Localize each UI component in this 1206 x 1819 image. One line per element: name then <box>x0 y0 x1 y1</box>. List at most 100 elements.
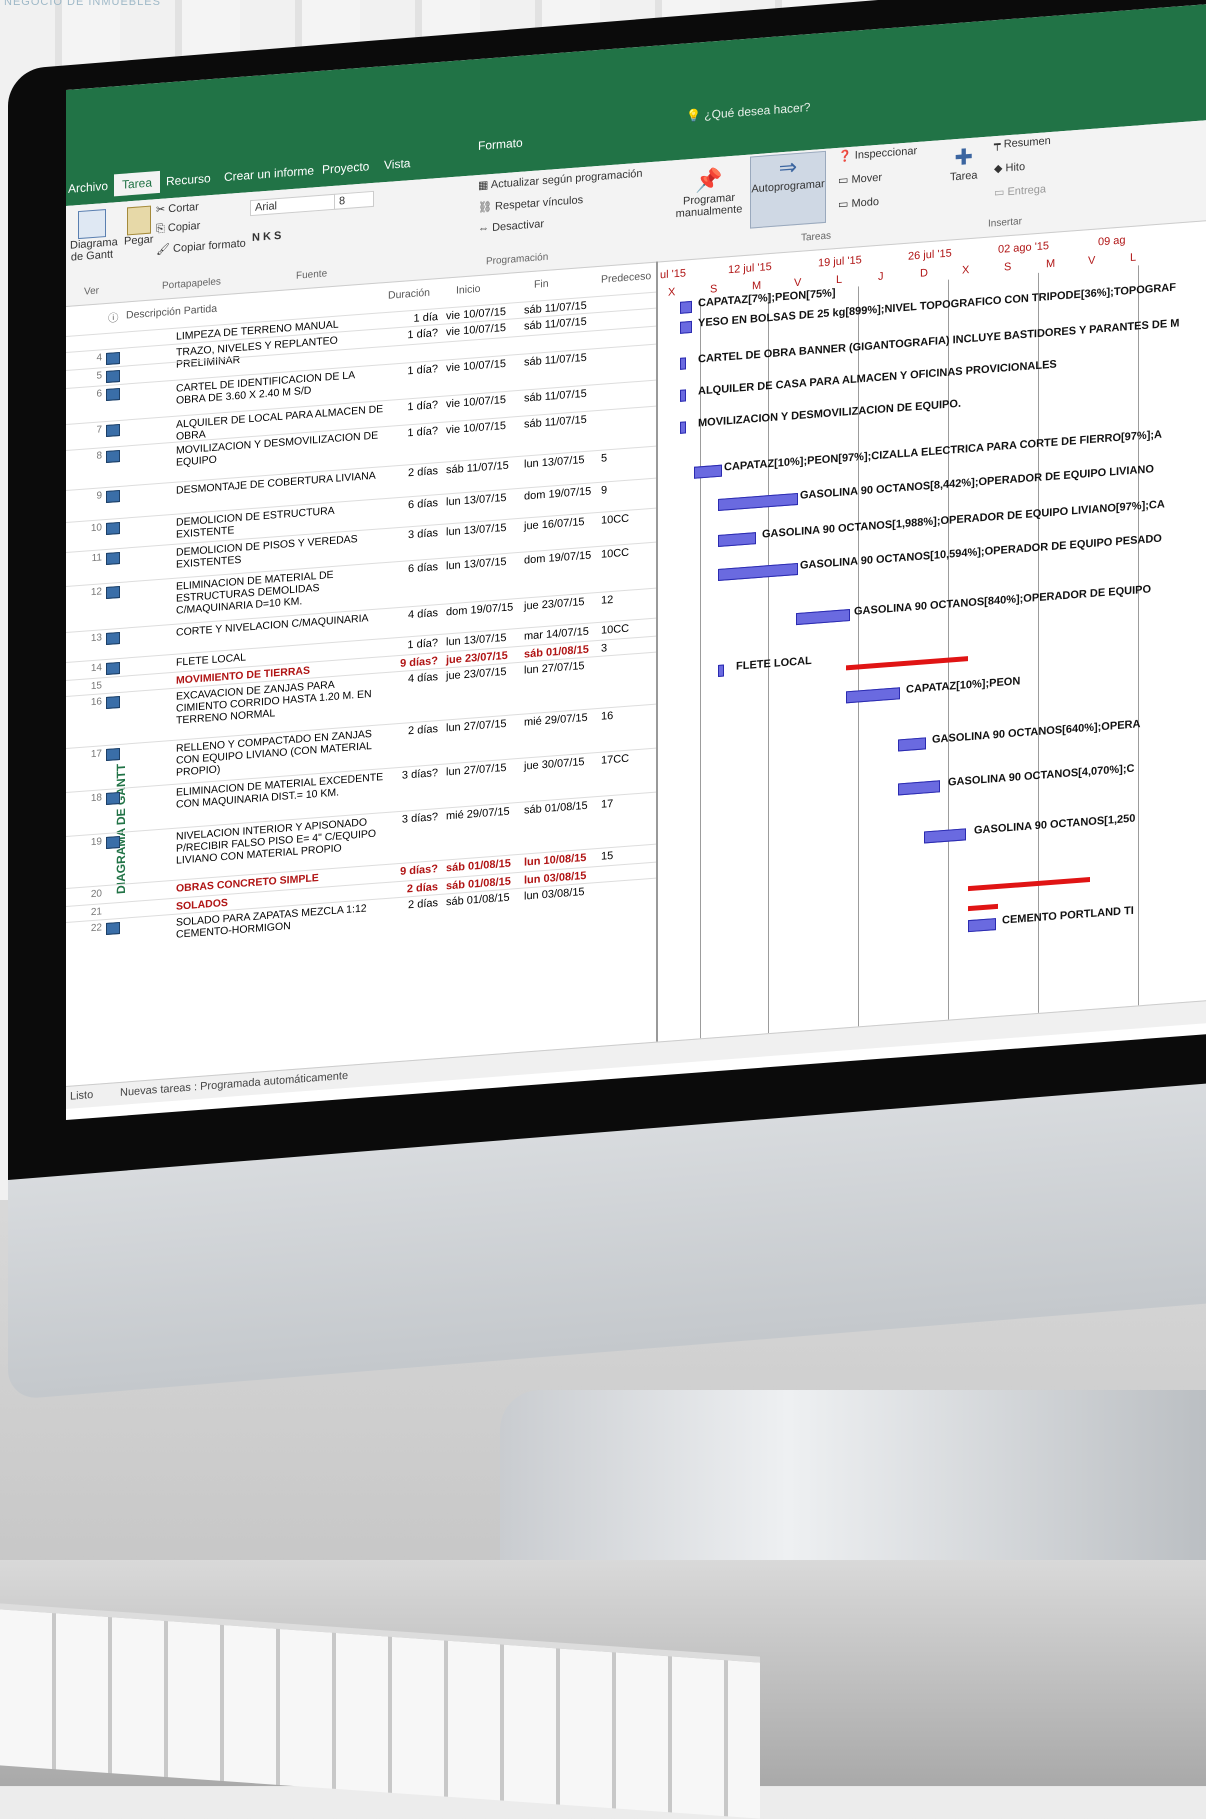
gantt-chart-button[interactable]: Diagrama de Gantt <box>70 208 118 264</box>
task-type-icon <box>106 661 120 675</box>
task-bar[interactable] <box>680 320 692 334</box>
task-end: mié 29/07/15 <box>524 711 588 729</box>
summary-bar[interactable] <box>968 877 1090 892</box>
summary-icon: ┯ <box>994 138 1001 152</box>
project-window: Archivo Tarea Recurso Crear un informe P… <box>66 4 1206 1121</box>
task-duration: 1 día? <box>407 425 438 440</box>
task-bar[interactable] <box>694 464 722 479</box>
autoschedule-button[interactable]: ⇒ Autoprogramar <box>750 150 826 229</box>
tab-crear-informe[interactable]: Crear un informe <box>224 163 314 184</box>
col-header-end[interactable]: Fin <box>534 278 549 291</box>
tab-formato[interactable]: Formato <box>478 136 523 153</box>
task-end: jue 16/07/15 <box>524 516 585 533</box>
task-predecessor <box>601 865 651 869</box>
summary-bar[interactable] <box>968 903 998 912</box>
task-bar[interactable] <box>718 664 724 677</box>
task-bar[interactable] <box>924 828 966 844</box>
copy-label: Copiar <box>167 219 201 235</box>
move-icon: ▭ <box>838 174 849 187</box>
inspect-button[interactable]: ❓ Inspeccionar <box>838 144 917 163</box>
tab-tarea[interactable]: Tarea <box>114 170 161 197</box>
col-header-duration[interactable]: Duración <box>388 287 430 302</box>
task-bar[interactable] <box>846 687 900 704</box>
task-start: lun 13/07/15 <box>446 555 507 573</box>
respect-links-label: Respetar vínculos <box>495 194 584 213</box>
task-bar[interactable] <box>898 737 926 752</box>
resource-label: GASOLINA 90 OCTANOS[1,988%];OPERADOR DE … <box>762 498 1165 541</box>
task-table: ⓘ Descripción Partida Duración Inicio Fi… <box>66 262 656 1086</box>
respect-links-button[interactable]: ⛓ Respetar vínculos <box>478 193 583 214</box>
search-box[interactable]: 💡 ¿Qué desea hacer? <box>686 100 810 123</box>
task-bar[interactable] <box>796 609 850 626</box>
cut-label: Cortar <box>168 201 199 216</box>
task-bar[interactable] <box>680 300 692 314</box>
tab-proyecto[interactable]: Proyecto <box>322 159 369 177</box>
task-start: sáb 01/08/15 <box>446 891 510 909</box>
group-tareas: Tareas <box>801 230 832 244</box>
copy-button[interactable]: ⎘ Copiar <box>156 220 200 236</box>
task-predecessor: 10CC <box>601 512 630 527</box>
deactivate-label: Desactivar <box>492 218 545 234</box>
task-bar[interactable] <box>680 421 686 434</box>
group-portapapeles: Portapapeles <box>162 276 221 292</box>
task-predecessor <box>601 409 651 413</box>
inspect-label: Inspeccionar <box>854 145 918 162</box>
font-name-select[interactable]: Arial <box>250 193 340 217</box>
font-size-select[interactable]: 8 <box>334 190 374 210</box>
resource-label: GASOLINA 90 OCTANOS[1,250 <box>974 812 1136 837</box>
link-icon: ⛓ <box>478 200 492 215</box>
deliverable-button[interactable]: ▭ Entrega <box>994 182 1046 199</box>
timescale-week: 19 jul '15 <box>818 254 862 270</box>
task-type-icon <box>106 521 120 535</box>
col-header-start[interactable]: Inicio <box>456 283 481 297</box>
resource-label: CAPATAZ[10%];PEON <box>906 675 1021 696</box>
col-header-predecessor[interactable]: Predeceso <box>601 270 651 286</box>
tab-vista[interactable]: Vista <box>384 156 410 172</box>
task-end: sáb 11/07/15 <box>524 315 587 333</box>
summary-button[interactable]: ┯ Resumen <box>994 134 1051 151</box>
task-bar[interactable] <box>718 532 756 547</box>
task-start: lun 13/07/15 <box>446 491 507 509</box>
task-duration: 3 días? <box>401 811 438 826</box>
milestone-button[interactable]: ◆ Hito <box>994 160 1025 175</box>
tab-archivo[interactable]: Archivo <box>68 179 108 196</box>
task-duration: 9 días? <box>400 863 438 878</box>
col-header-name[interactable]: Descripción Partida <box>126 303 217 322</box>
paste-button[interactable]: Pegar <box>124 205 153 248</box>
task-bar[interactable] <box>968 918 996 933</box>
resource-label: GASOLINA 90 OCTANOS[8,442%];OPERADOR DE … <box>800 463 1154 502</box>
font-style-buttons[interactable]: N K S <box>252 230 281 244</box>
deactivate-button[interactable]: ⇔ Desactivar <box>478 218 544 235</box>
task-bar[interactable] <box>680 357 686 370</box>
task-predecessor <box>601 347 651 351</box>
group-insertar: Insertar <box>988 216 1022 230</box>
task-bar[interactable] <box>718 562 798 581</box>
insert-task-button[interactable]: ✚ Tarea <box>950 143 978 184</box>
resource-label: GASOLINA 90 OCTANOS[4,070%];C <box>948 762 1135 789</box>
summary-bar[interactable] <box>846 656 968 671</box>
timescale-week: 02 ago '15 <box>998 240 1050 256</box>
row-number <box>88 336 102 337</box>
cut-button[interactable]: ✂ Cortar <box>156 200 199 216</box>
task-predecessor <box>601 881 651 885</box>
task-bar[interactable] <box>898 780 940 796</box>
manual-schedule-button[interactable]: 📌 Programar manualmente <box>674 165 744 221</box>
resource-label: CEMENTO PORTLAND TI <box>1002 904 1134 927</box>
task-end: lun 03/08/15 <box>524 886 585 903</box>
task-type-icon <box>106 695 120 709</box>
task-predecessor: 17CC <box>601 752 630 767</box>
task-predecessor: 17 <box>601 797 614 811</box>
mode-button[interactable]: ▭ Modo <box>838 195 879 211</box>
gantt-chart: ul '15 12 jul '15 19 jul '15 26 jul '15 02 a… <box>656 220 1206 1042</box>
deactivate-icon: ⇔ <box>478 222 489 236</box>
task-end: sáb 01/08/15 <box>524 799 588 817</box>
move-button[interactable]: ▭ Mover <box>838 171 882 187</box>
tab-recurso[interactable]: Recurso <box>166 171 211 188</box>
task-bar[interactable] <box>680 389 686 402</box>
task-label: Tarea <box>950 169 978 184</box>
task-bar[interactable] <box>718 492 798 511</box>
task-start: mié 29/07/15 <box>446 805 510 823</box>
task-type-icon <box>106 747 120 761</box>
format-painter-button[interactable]: 🖌 Copiar formato <box>156 236 246 256</box>
task-type-icon <box>106 351 120 365</box>
